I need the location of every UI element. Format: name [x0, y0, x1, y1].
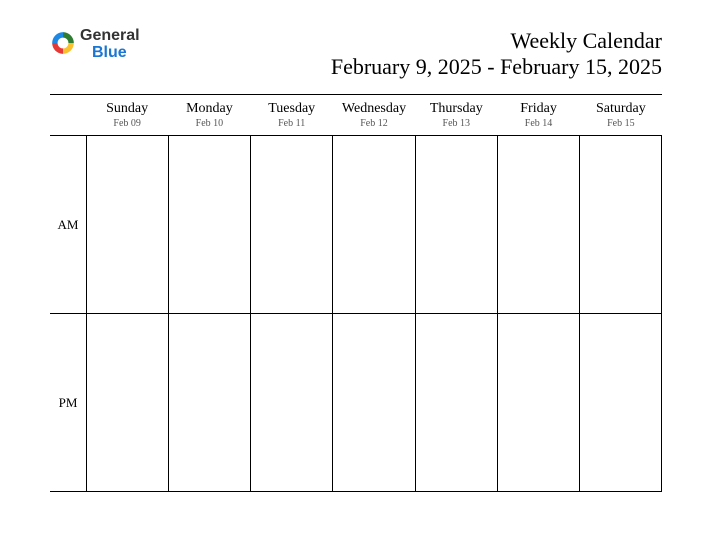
- day-header: Wednesday Feb 12: [333, 95, 415, 135]
- cell: [415, 136, 497, 314]
- day-name: Thursday: [415, 101, 497, 117]
- day-name: Friday: [497, 101, 579, 117]
- day-date: Feb 11: [251, 118, 333, 129]
- pinwheel-icon: [50, 30, 76, 56]
- day-header: Thursday Feb 13: [415, 95, 497, 135]
- day-date: Feb 09: [86, 118, 168, 129]
- day-date: Feb 10: [168, 118, 250, 129]
- cell: [332, 314, 414, 492]
- cell: [415, 314, 497, 492]
- calendar-sheet: Sunday Feb 09 Monday Feb 10 Tuesday Feb …: [50, 94, 662, 492]
- row-label-am: AM: [50, 136, 86, 314]
- grid-row-am: AM: [50, 136, 662, 314]
- cell: [579, 314, 662, 492]
- cell: [250, 314, 332, 492]
- logo-text: General Blue: [80, 28, 140, 62]
- day-date: Feb 14: [497, 118, 579, 129]
- cell: [168, 136, 250, 314]
- day-date: Feb 15: [580, 118, 662, 129]
- day-header: Friday Feb 14: [497, 95, 579, 135]
- date-range: February 9, 2025 - February 15, 2025: [331, 54, 662, 80]
- column-headers: Sunday Feb 09 Monday Feb 10 Tuesday Feb …: [50, 95, 662, 136]
- cell: [332, 136, 414, 314]
- logo-word-2: Blue: [80, 45, 140, 62]
- header: General Blue Weekly Calendar February 9,…: [0, 0, 712, 80]
- title-block: Weekly Calendar February 9, 2025 - Febru…: [331, 28, 662, 80]
- grid-rows: AM PM: [50, 136, 662, 492]
- logo-word-1: General: [80, 27, 140, 44]
- cell: [579, 136, 662, 314]
- cell: [497, 136, 579, 314]
- row-label-spacer: [50, 95, 86, 135]
- day-date: Feb 12: [333, 118, 415, 129]
- cell: [86, 314, 168, 492]
- day-name: Tuesday: [251, 101, 333, 117]
- day-date: Feb 13: [415, 118, 497, 129]
- day-header: Tuesday Feb 11: [251, 95, 333, 135]
- day-header: Saturday Feb 15: [580, 95, 662, 135]
- logo: General Blue: [50, 28, 140, 62]
- cell: [168, 314, 250, 492]
- day-name: Saturday: [580, 101, 662, 117]
- day-name: Sunday: [86, 101, 168, 117]
- row-label-pm: PM: [50, 314, 86, 492]
- cell: [86, 136, 168, 314]
- grid-row-pm: PM: [50, 314, 662, 492]
- day-header: Sunday Feb 09: [86, 95, 168, 135]
- day-name: Wednesday: [333, 101, 415, 117]
- day-name: Monday: [168, 101, 250, 117]
- cell: [250, 136, 332, 314]
- cell: [497, 314, 579, 492]
- day-header: Monday Feb 10: [168, 95, 250, 135]
- page-title: Weekly Calendar: [331, 28, 662, 54]
